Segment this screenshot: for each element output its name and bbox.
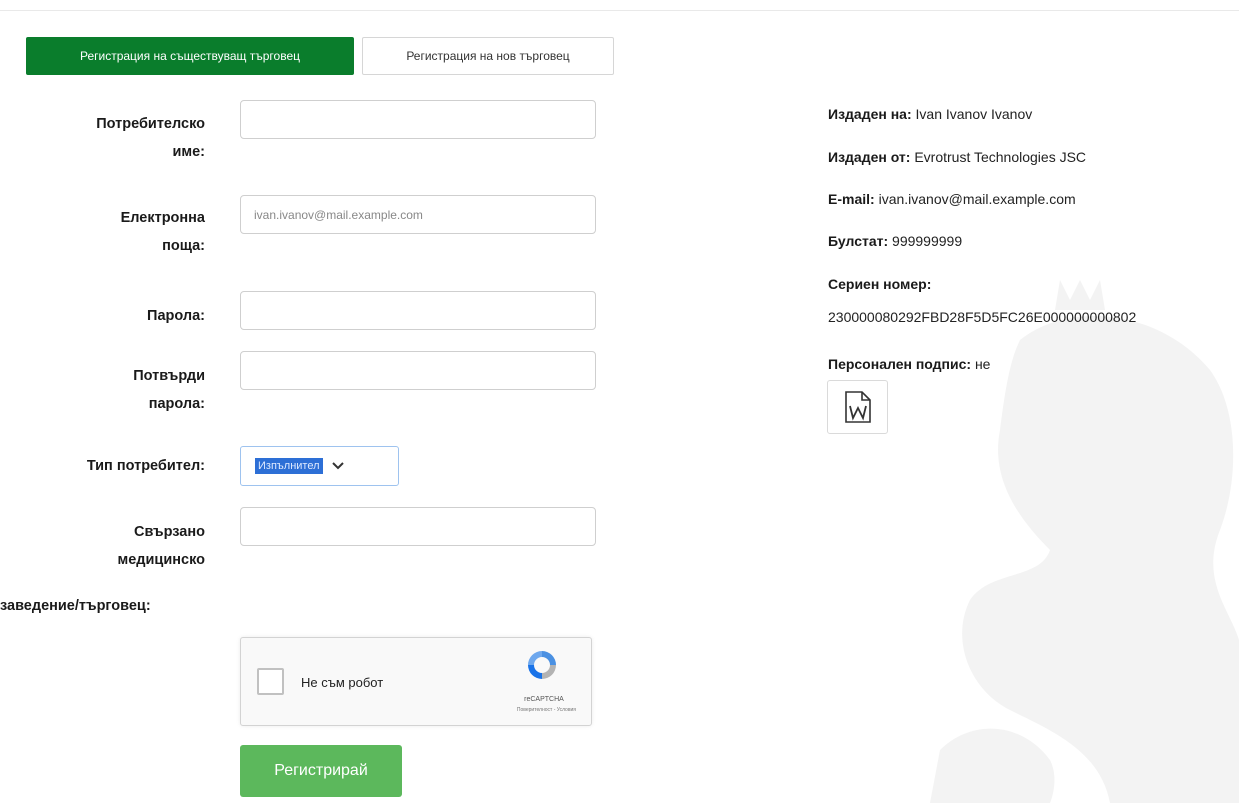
signature-value: не xyxy=(974,356,991,372)
recaptcha-label: Не съм робот xyxy=(301,675,384,690)
bulstat-label: Булстат: xyxy=(828,233,889,249)
email-label-line1: Електронна xyxy=(120,210,205,226)
username-label-line1: Потребителско xyxy=(96,116,205,132)
confirm-label-line2: парола: xyxy=(148,396,205,412)
confirm-label-line1: Потвърди xyxy=(133,368,205,384)
issued-to-value: Ivan Ivanov Ivanov xyxy=(915,106,1033,122)
username-label-line2: име: xyxy=(172,144,205,160)
password-label: Парола: xyxy=(147,308,205,324)
recaptcha-widget: Не съм робот reCAPTCHA Поверителност - У… xyxy=(240,637,592,726)
email-label: Електронна поща: xyxy=(0,204,205,260)
linked-institution-label-line3: заведение/търговец: xyxy=(0,598,151,614)
bulstat-value: 999999999 xyxy=(892,233,963,249)
confirm-password-input[interactable] xyxy=(240,351,596,390)
signature-row: Персонален подпис: не xyxy=(828,356,990,372)
issued-by-row: Издаден от: Evrotrust Technologies JSC xyxy=(828,149,1086,165)
tab-new-merchant[interactable]: Регистрация на нов търговец xyxy=(362,37,614,75)
username-label: Потребителско име: xyxy=(0,110,205,166)
top-divider xyxy=(0,10,1239,11)
word-document-icon xyxy=(844,391,871,423)
username-input[interactable] xyxy=(240,100,596,139)
linked-label-line1: Свързано xyxy=(134,524,205,540)
serial-value: 230000080292FBD28F5D5FC26E000000000802 xyxy=(828,309,1137,325)
recaptcha-logo-icon xyxy=(528,651,556,679)
issued-by-value: Evrotrust Technologies JSC xyxy=(914,149,1087,165)
issued-to-label: Издаден на: xyxy=(828,106,912,122)
issued-by-label: Издаден от: xyxy=(828,149,911,165)
bulstat-row: Булстат: 999999999 xyxy=(828,233,962,249)
user-type-select[interactable]: Изпълнител xyxy=(240,446,399,486)
cert-email-label: E-mail: xyxy=(828,191,875,207)
email-input[interactable]: ivan.ivanov@mail.example.com xyxy=(240,195,596,234)
serial-label: Сериен номер: xyxy=(828,276,931,292)
serial-label-text: Сериен номер: xyxy=(828,276,932,292)
tab-existing-merchant[interactable]: Регистрация на съществуващ търговец xyxy=(26,37,354,75)
chevron-down-icon xyxy=(331,462,344,470)
issued-to-row: Издаден на: Ivan Ivanov Ivanov xyxy=(828,106,1032,122)
linked-institution-input[interactable] xyxy=(240,507,596,546)
recaptcha-brand: reCAPTCHA xyxy=(524,696,564,703)
signature-label: Персонален подпис: xyxy=(828,356,972,372)
confirm-password-label: Потвърди парола: xyxy=(0,362,205,418)
user-type-selected-value: Изпълнител xyxy=(255,458,323,474)
download-document-button[interactable] xyxy=(827,380,888,434)
user-type-label: Тип потребител: xyxy=(86,458,205,474)
linked-label-line2: медицинско xyxy=(117,552,205,568)
cert-email-value: ivan.ivanov@mail.example.com xyxy=(878,191,1076,207)
password-input[interactable] xyxy=(240,291,596,330)
register-button[interactable]: Регистрирай xyxy=(240,745,402,797)
linked-institution-label: Свързано медицинско xyxy=(0,518,205,574)
recaptcha-checkbox[interactable] xyxy=(257,668,284,695)
recaptcha-links[interactable]: Поверителност - Условия xyxy=(486,707,576,713)
email-label-line2: поща: xyxy=(162,238,205,254)
cert-email-row: E-mail: ivan.ivanov@mail.example.com xyxy=(828,191,1076,207)
